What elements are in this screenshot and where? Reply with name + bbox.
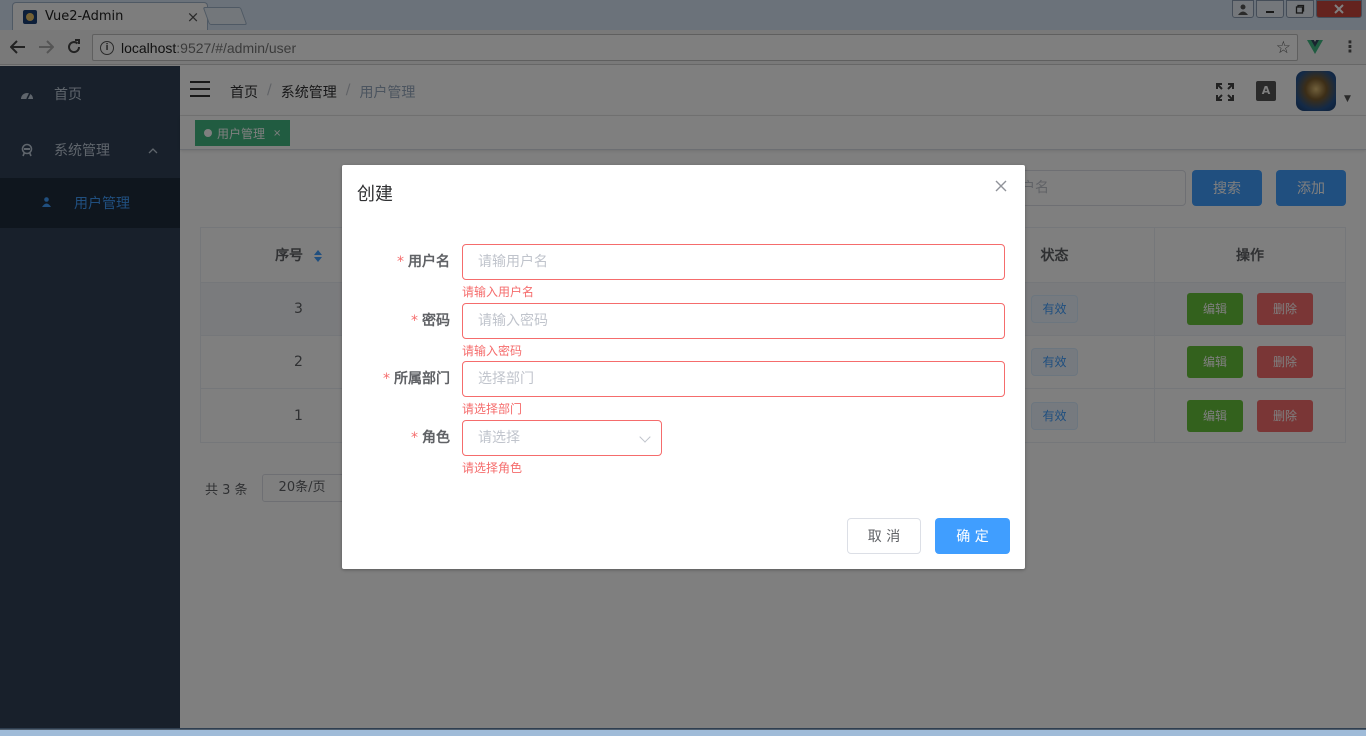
- form-item-password: * 密码 请输入密码 请输入密码: [342, 303, 1025, 358]
- form-label: * 所属部门: [383, 361, 450, 397]
- confirm-button[interactable]: 确 定: [935, 518, 1010, 554]
- form-error: 请输入密码: [462, 344, 523, 358]
- form-label: * 角色: [411, 420, 450, 456]
- role-select[interactable]: 请选择: [462, 420, 662, 456]
- password-input[interactable]: 请输入密码: [462, 303, 1005, 339]
- dialog-title: 创建: [357, 184, 393, 205]
- form-label-text: 密码: [422, 313, 450, 329]
- input-placeholder: 选择部门: [478, 371, 534, 387]
- dialog-close-icon[interactable]: [993, 179, 1009, 195]
- form-item-role: * 角色 请选择 请选择角色: [342, 420, 1025, 475]
- form-error: 请选择角色: [462, 461, 523, 475]
- form-label-text: 所属部门: [394, 371, 450, 387]
- input-placeholder: 请选择: [478, 430, 520, 446]
- required-mark: *: [411, 313, 418, 329]
- form-label-text: 用户名: [408, 254, 450, 270]
- cancel-button[interactable]: 取 消: [847, 518, 921, 554]
- form-item-department: * 所属部门 选择部门 请选择部门: [342, 361, 1025, 416]
- form-label: * 密码: [411, 303, 450, 339]
- form-label: * 用户名: [397, 244, 450, 280]
- form-item-username: * 用户名 请输用户名 请输入用户名: [342, 244, 1025, 299]
- input-placeholder: 请输用户名: [478, 254, 548, 270]
- required-mark: *: [411, 430, 418, 446]
- username-input[interactable]: 请输用户名: [462, 244, 1005, 280]
- required-mark: *: [383, 371, 390, 387]
- required-mark: *: [397, 254, 404, 270]
- form-error: 请输入用户名: [462, 285, 535, 299]
- form-error: 请选择部门: [462, 402, 523, 416]
- input-placeholder: 请输入密码: [478, 313, 548, 329]
- create-dialog: 创建 * 用户名 请输用户名 请输入用户名 * 密码 请输入密码 请输入密码 * 所属…: [342, 165, 1025, 569]
- chevron-down-icon: [639, 431, 651, 443]
- department-input[interactable]: 选择部门: [462, 361, 1005, 397]
- form-label-text: 角色: [422, 430, 450, 446]
